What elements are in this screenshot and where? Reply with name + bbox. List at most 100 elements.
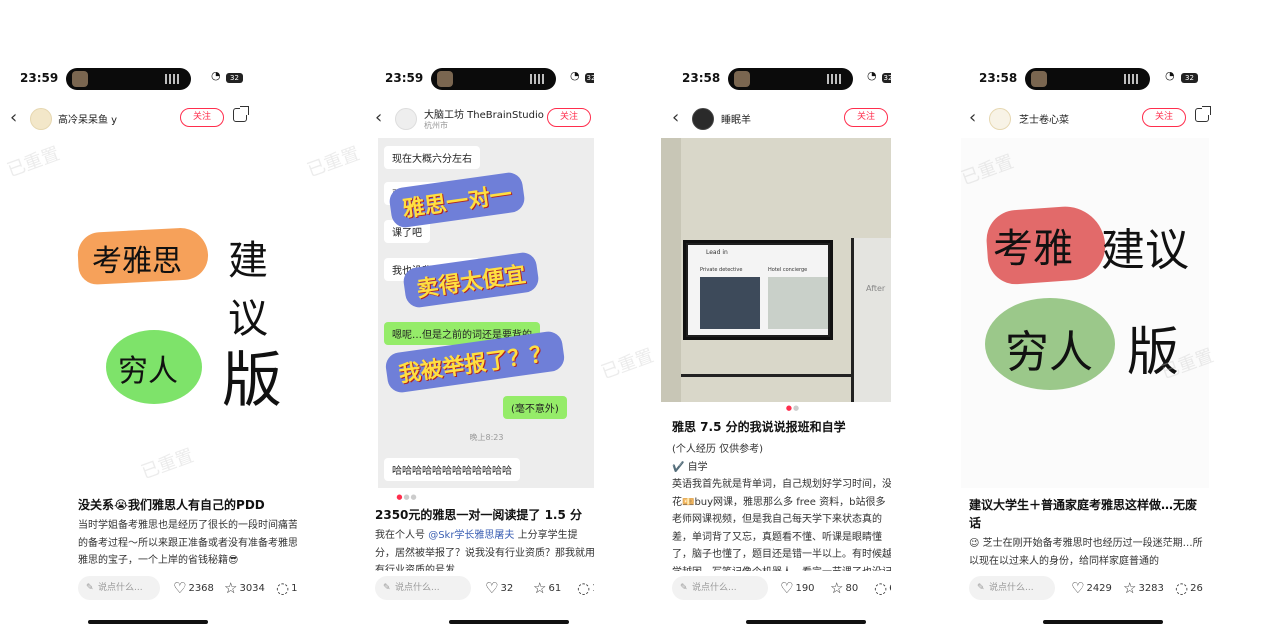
like-button[interactable]: ♡ 190 — [780, 579, 815, 597]
like-button[interactable]: ♡ 2429 — [1071, 579, 1112, 597]
star-button[interactable]: ☆ 3283 — [1123, 579, 1164, 597]
chevron-left-icon[interactable]: ‹ — [672, 107, 679, 128]
follow-button[interactable]: 关注 — [844, 108, 888, 127]
post-title: 建议大学生＋普通家庭考雅思这样做…无废话 — [969, 498, 1198, 530]
post-image[interactable]: 考雅思 建 议 穷人 版 — [0, 138, 300, 488]
status-time: 23:59 — [385, 71, 424, 85]
avatar[interactable] — [30, 108, 52, 130]
post-title: 雅思 7.5 分的我说说报班和自学 — [672, 420, 846, 434]
post-card-1: 23:59 ◔ 32 ‹ 高冷呆呆鱼 y 关注 考雅思 建 议 穷人 版 没关系… — [0, 0, 300, 641]
avatar[interactable] — [692, 108, 714, 130]
author-name[interactable]: 大脑工坊 TheBrainStudio — [424, 106, 544, 121]
post-body: 我在个人号 @Skr学长雅思屠夫 上分享学生提分，居然被举报了？说我没有行业资质… — [375, 527, 597, 571]
avatar[interactable] — [395, 108, 417, 130]
post-header: ‹ 大脑工坊 TheBrainStudio 杭州市 关注 — [297, 106, 597, 132]
media-thumb — [1031, 71, 1047, 87]
author-name[interactable]: 高冷呆呆鱼 y — [58, 111, 117, 126]
image-text-ban: 版 — [222, 346, 282, 416]
author-name[interactable]: 睡眠羊 — [721, 111, 751, 126]
post-header: ‹ 睡眠羊 关注 — [594, 106, 894, 132]
like-button[interactable]: ♡ 32 — [485, 579, 513, 597]
action-bar: ✎说点什么... ♡190 ☆80 ◌64 — [594, 576, 894, 602]
pen-icon: ✎ — [86, 583, 94, 593]
star-count: 61 — [548, 583, 562, 594]
media-thumb — [437, 71, 453, 87]
dynamic-island — [66, 68, 191, 90]
home-indicator — [88, 620, 208, 624]
chat-bubble-self: (毫不意外) — [503, 396, 567, 419]
avatar[interactable] — [989, 108, 1011, 130]
pen-icon: ✎ — [680, 583, 688, 593]
image-text-qiongren: 穷人 — [1005, 327, 1093, 378]
status-bar: 23:59 ◔ 32 — [0, 68, 300, 90]
post-header: ‹ 高冷呆呆鱼 y 关注 — [0, 106, 300, 132]
body-line: 英语我首先就是背单词，自己规划好学习时间，没花💴buy网课，雅思那么多 free… — [672, 479, 892, 571]
battery-icon: 32 — [1181, 73, 1198, 83]
post-image[interactable]: 现在大概六分左右 要多练习才能进步哈 课了吧 我也没背单词今天 嗯呢…但是之前的… — [378, 138, 595, 488]
star-icon: ☆ — [830, 579, 844, 597]
chevron-left-icon[interactable]: ‹ — [969, 107, 976, 128]
carousel-dots: ●● — [785, 404, 801, 412]
wifi-icon: ◔ — [867, 69, 877, 82]
slide-image-1 — [700, 277, 760, 329]
comment-input[interactable]: ✎ 说点什么... — [969, 576, 1055, 600]
star-icon: ☆ — [1123, 579, 1137, 597]
post-card-4: 23:58 ◔ 32 ‹ 芝士卷心菜 关注 考雅 建议 穷人 版 建议大学生＋普… — [891, 0, 1280, 641]
post-header: ‹ 芝士卷心菜 关注 — [891, 106, 1211, 132]
star-count: 3283 — [1138, 583, 1164, 594]
chat-bubble: 现在大概六分左右 — [384, 146, 480, 169]
wifi-icon: ◔ — [1165, 69, 1175, 82]
star-count: 80 — [845, 583, 859, 594]
follow-button[interactable]: 关注 — [1142, 108, 1186, 127]
image-text-jianyi: 建 议 — [228, 238, 268, 342]
star-button[interactable]: ☆ 80 — [830, 579, 858, 597]
chat-bubble: 哈哈哈哈哈哈哈哈哈哈哈哈 — [384, 458, 520, 481]
star-icon: ☆ — [533, 579, 547, 597]
follow-button[interactable]: 关注 — [547, 108, 591, 127]
image-text-kaoya: 考雅 — [993, 226, 1073, 272]
comment-button[interactable]: ◌ 26 — [1175, 579, 1203, 597]
pen-icon: ✎ — [977, 583, 985, 593]
media-thumb — [72, 71, 88, 87]
like-count: 2429 — [1086, 583, 1112, 594]
comment-input[interactable]: ✎ 说点什么... — [672, 576, 768, 600]
audio-wave-icon — [1124, 74, 1140, 84]
pen-icon: ✎ — [383, 583, 391, 593]
home-indicator — [746, 620, 866, 624]
post-body: 😉 芝士在刚开始备考雅思时也经历过一段迷茫期…所以现在以过来人的身份，给同样家庭… — [969, 538, 1203, 567]
post-image[interactable]: 考雅 建议 穷人 版 — [961, 138, 1209, 488]
overlay-text-1: 雅思一对一 — [387, 170, 527, 230]
mention-link[interactable]: @Skr学长雅思屠夫 — [428, 530, 514, 541]
wifi-icon: ◔ — [570, 69, 580, 82]
post-title: 2350元的雅思一对一阅读提了 1.5 分 — [375, 508, 583, 522]
comment-icon: ◌ — [874, 579, 888, 597]
comment-placeholder: 说点什么... — [395, 583, 440, 593]
comment-placeholder: 说点什么... — [692, 583, 737, 593]
image-text-kao-yasi: 考雅思 — [92, 244, 182, 279]
slide-heading: Lead in — [706, 249, 728, 256]
audio-wave-icon — [530, 74, 546, 84]
author-name[interactable]: 芝士卷心菜 — [1019, 111, 1069, 126]
share-icon[interactable] — [1195, 106, 1211, 122]
like-count: 2368 — [188, 583, 214, 594]
status-bar: 23:58 ◔ 32 — [594, 68, 894, 90]
like-count: 190 — [795, 583, 815, 594]
comment-placeholder: 说点什么... — [989, 583, 1034, 593]
action-bar: ✎ 说点什么... ♡ 2429 ☆ 3283 ◌ 26 — [891, 576, 1203, 602]
share-icon[interactable] — [233, 106, 249, 122]
window-pane — [661, 138, 681, 402]
chevron-left-icon[interactable]: ‹ — [10, 107, 17, 128]
post-image[interactable]: Lead in Private detective Hotel concierg… — [661, 138, 894, 402]
like-button[interactable]: ♡ 2368 — [173, 579, 214, 597]
star-button[interactable]: ☆ 3034 — [224, 579, 265, 597]
audio-wave-icon — [827, 74, 843, 84]
chat-timestamp: 晚上8:23 — [469, 433, 504, 442]
follow-button[interactable]: 关注 — [180, 108, 224, 127]
chevron-left-icon[interactable]: ‹ — [375, 107, 382, 128]
star-button[interactable]: ☆ 61 — [533, 579, 561, 597]
comment-input[interactable]: ✎ 说点什么... — [375, 576, 471, 600]
dynamic-island — [1025, 68, 1150, 90]
post-card-2: 23:59 ◔ 32 ‹ 大脑工坊 TheBrainStudio 杭州市 关注 … — [297, 0, 597, 641]
comment-input[interactable]: ✎ 说点什么... — [78, 576, 160, 600]
tv-screen: Lead in Private detective Hotel concierg… — [683, 240, 833, 340]
